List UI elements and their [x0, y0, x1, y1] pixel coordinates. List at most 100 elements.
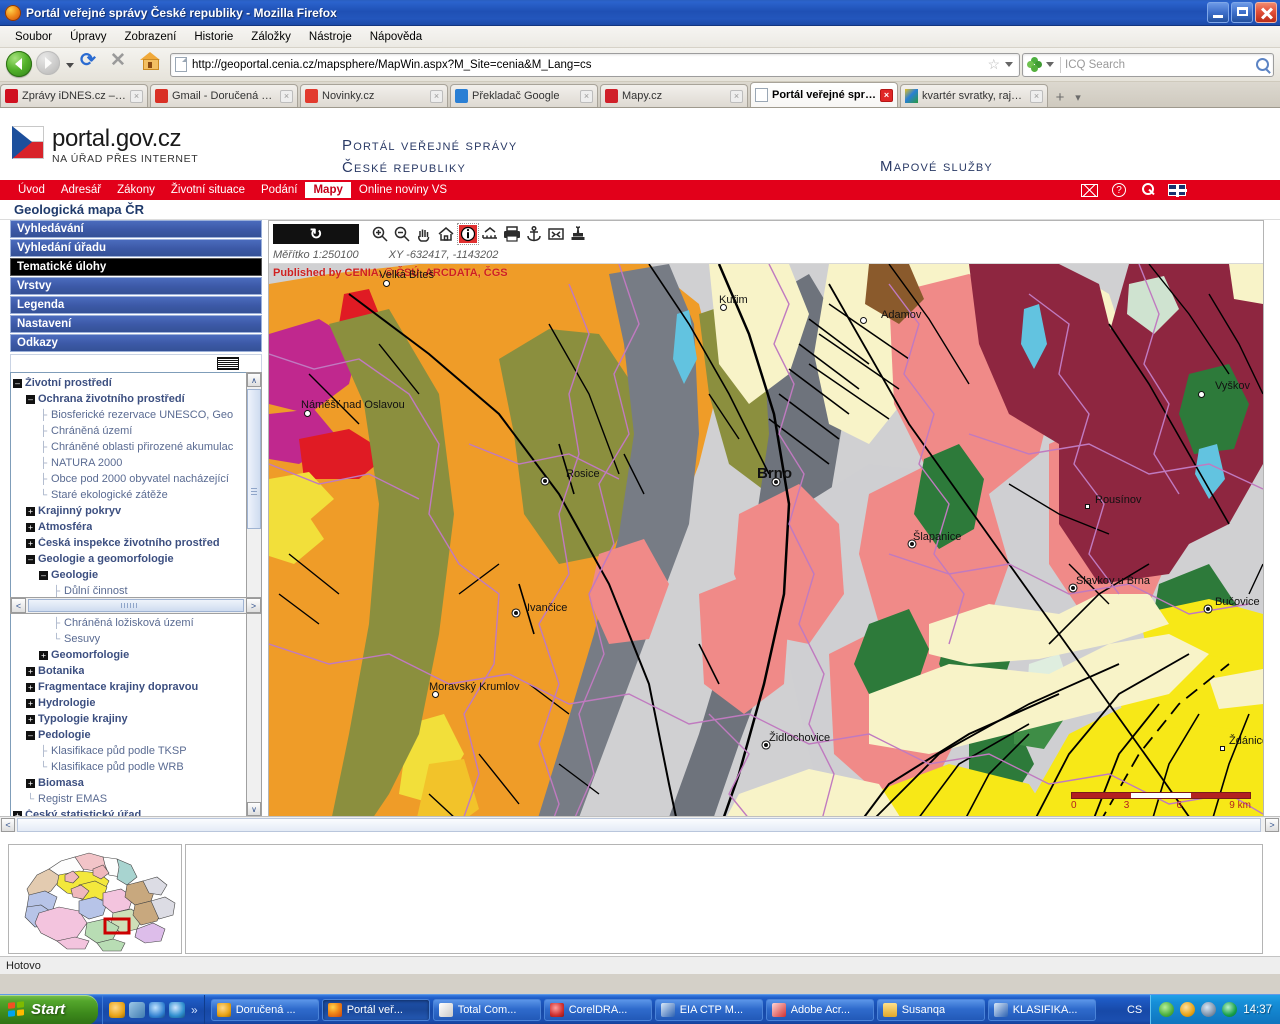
collapse-icon[interactable]: –: [26, 554, 35, 564]
tab-4[interactable]: Mapy.cz ×: [600, 84, 748, 107]
tree-node-7[interactable]: └ Staré ekologické zátěže: [13, 487, 246, 503]
close-button[interactable]: [1255, 2, 1277, 23]
zoom-in-icon[interactable]: [371, 225, 389, 243]
layer-tree[interactable]: – Životní prostředí – Ochrana životního pro…: [10, 372, 246, 817]
zoom-out-icon[interactable]: [393, 225, 411, 243]
new-tab-button[interactable]: +: [1050, 87, 1070, 107]
search-bar[interactable]: ICQ Search: [1022, 52, 1274, 77]
tree-node-26[interactable]: └ Registr EMAS: [13, 791, 246, 807]
url-bar[interactable]: http://geoportal.cenia.cz/mapsphere/MapW…: [170, 52, 1020, 77]
tree-node-12[interactable]: – Geologie: [13, 567, 246, 583]
tree-node-21[interactable]: + Typologie krajiny: [13, 711, 246, 727]
taskbar-button-0[interactable]: Doručená ...: [210, 998, 319, 1021]
identify-info-icon[interactable]: [457, 223, 479, 245]
expand-icon[interactable]: +: [26, 666, 35, 676]
menu-item-6[interactable]: Nápověda: [361, 29, 431, 45]
taskbar-button-5[interactable]: Adobe Acr...: [765, 998, 874, 1021]
antivirus-tray-icon[interactable]: [1222, 1002, 1238, 1017]
tree-node-22[interactable]: – Pedologie: [13, 727, 246, 743]
sidebar-button-2[interactable]: Tematické úlohy: [10, 258, 262, 276]
sidebar-button-1[interactable]: Vyhledání úřadu: [10, 239, 262, 257]
tree-node-16[interactable]: └ Sesuvy: [13, 631, 246, 647]
app-icon[interactable]: [129, 1001, 145, 1018]
search-icon[interactable]: [1140, 183, 1154, 197]
portal-nav-item-2[interactable]: Zákony: [109, 182, 163, 198]
tab-close-button[interactable]: ×: [880, 88, 893, 102]
page-horizontal-scrollbar[interactable]: < >: [0, 816, 1280, 832]
tree-node-18[interactable]: + Botanika: [13, 663, 246, 679]
menu-item-0[interactable]: Soubor: [6, 29, 61, 45]
tab-1[interactable]: Gmail - Doručená pošta ... ×: [150, 84, 298, 107]
tree-horizontal-scrollbar[interactable]: < >: [10, 597, 262, 614]
clock-time[interactable]: 14:37: [1243, 1004, 1272, 1016]
tree-node-25[interactable]: + Biomasa: [13, 775, 246, 791]
collapse-icon[interactable]: –: [39, 570, 48, 580]
tab-close-button[interactable]: ×: [280, 89, 293, 103]
expand-icon[interactable]: +: [26, 682, 35, 692]
help-icon[interactable]: ?: [1112, 183, 1126, 197]
sidebar-button-0[interactable]: Vyhledávání: [10, 220, 262, 238]
expand-icon[interactable]: +: [26, 778, 35, 788]
clock-tray-icon[interactable]: [1180, 1002, 1196, 1017]
tree-node-2[interactable]: ├ Biosferické rezervace UNESCO, Geo: [13, 407, 246, 423]
measure-icon[interactable]: [481, 225, 499, 243]
mail-icon[interactable]: [1081, 183, 1098, 197]
scroll-down-button[interactable]: ∨: [247, 802, 261, 816]
print-icon[interactable]: [503, 225, 521, 243]
outlook-icon[interactable]: [109, 1001, 125, 1018]
tree-node-8[interactable]: + Krajinný pokryv: [13, 503, 246, 519]
language-indicator[interactable]: CS: [1119, 1004, 1150, 1016]
expand-icon[interactable]: +: [26, 522, 35, 532]
full-extent-icon[interactable]: [547, 225, 565, 243]
tab-6[interactable]: kvartér svratky, rajon ... ×: [900, 84, 1048, 107]
portal-nav-item-0[interactable]: Úvod: [10, 182, 53, 198]
taskbar-button-1[interactable]: Portál veř...: [321, 998, 430, 1021]
tab-5[interactable]: Portál veřejné sprá... ×: [750, 82, 898, 107]
menu-item-3[interactable]: Historie: [185, 29, 242, 45]
portal-nav-item-6[interactable]: Online noviny VS: [351, 182, 455, 198]
taskbar-button-2[interactable]: Total Com...: [432, 998, 541, 1021]
search-icon[interactable]: [1256, 58, 1269, 71]
scroll-thumb[interactable]: [247, 389, 261, 529]
taskbar-button-4[interactable]: EIA CTP M...: [654, 998, 763, 1021]
icq-tray-icon[interactable]: [1159, 1002, 1175, 1017]
scroll-up-button[interactable]: ∧: [247, 373, 261, 387]
expand-icon[interactable]: +: [26, 538, 35, 548]
taskbar-button-7[interactable]: KLASIFIKA...: [987, 998, 1096, 1021]
stamp-icon[interactable]: [569, 225, 587, 243]
info-results-panel[interactable]: [185, 844, 1263, 954]
tree-node-24[interactable]: └ Klasifikace půd podle WRB: [13, 759, 246, 775]
pan-hand-icon[interactable]: [415, 225, 433, 243]
page-scroll-right-button[interactable]: >: [1265, 818, 1279, 832]
tree-node-5[interactable]: ├ NATURA 2000: [13, 455, 246, 471]
minimize-button[interactable]: [1207, 2, 1229, 23]
tree-node-20[interactable]: + Hydrologie: [13, 695, 246, 711]
tree-vertical-scrollbar[interactable]: ∧ ∨: [246, 372, 262, 817]
reload-button[interactable]: ⟳: [80, 51, 108, 79]
back-button[interactable]: [6, 50, 34, 79]
tree-node-10[interactable]: + Česká inspekce životního prostřed: [13, 535, 246, 551]
tab-close-button[interactable]: ×: [580, 89, 593, 103]
menu-item-2[interactable]: Zobrazení: [116, 29, 186, 45]
page-scroll-thumb[interactable]: [17, 818, 1261, 832]
scroll-left-button[interactable]: <: [11, 598, 26, 613]
volume-tray-icon[interactable]: [1201, 1002, 1217, 1017]
sidebar-button-6[interactable]: Odkazy: [10, 334, 262, 352]
tree-node-1[interactable]: – Ochrana životního prostředí: [13, 391, 246, 407]
portal-nav-item-1[interactable]: Adresář: [53, 182, 109, 198]
map-canvas[interactable]: Published by CENIA, © ČSÚ, ARCDATA, ČGS …: [269, 264, 1263, 831]
tree-node-6[interactable]: ├ Obce pod 2000 obyvatel nacházející: [13, 471, 246, 487]
tab-0[interactable]: Zprávy iDNES.cz – Přeh... ×: [0, 84, 148, 107]
forward-button[interactable]: [36, 50, 64, 79]
tree-node-4[interactable]: ├ Chráněné oblasti přirozené akumulac: [13, 439, 246, 455]
search-engine-dropdown-icon[interactable]: [1046, 62, 1054, 67]
internet-explorer-icon[interactable]: [149, 1001, 165, 1018]
uk-flag-icon[interactable]: [1168, 184, 1187, 197]
expand-icon[interactable]: +: [26, 506, 35, 516]
sidebar-button-5[interactable]: Nastavení: [10, 315, 262, 333]
menu-item-4[interactable]: Záložky: [242, 29, 300, 45]
tab-close-button[interactable]: ×: [1030, 89, 1043, 103]
page-scroll-left-button[interactable]: <: [1, 818, 15, 832]
anchor-icon[interactable]: [525, 225, 543, 243]
taskbar-button-6[interactable]: Susanqa: [876, 998, 985, 1021]
